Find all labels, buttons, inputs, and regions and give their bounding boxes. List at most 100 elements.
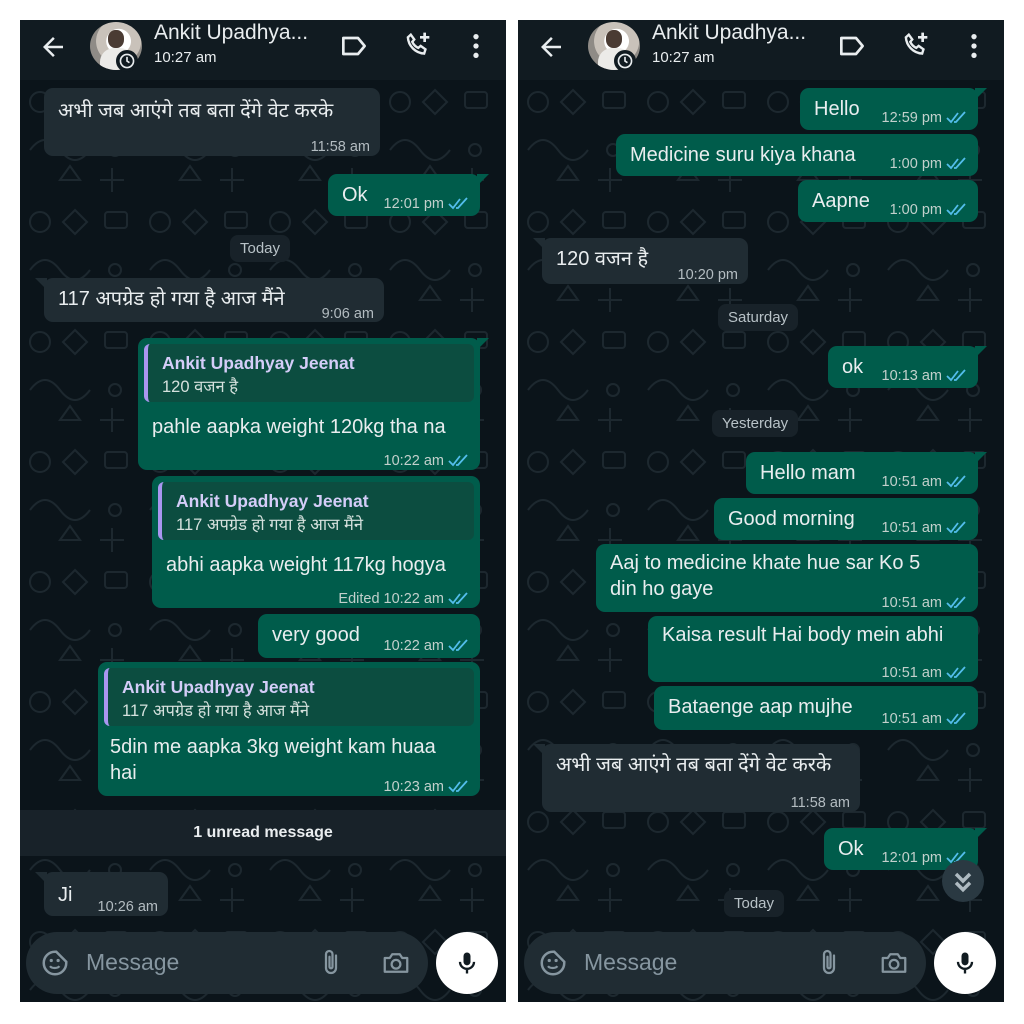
message-bubble-in[interactable]: 117 अपग्रेड हो गया है आज मैंने 9:06 am xyxy=(35,278,384,322)
quoted-text: 120 वजन है xyxy=(162,378,239,396)
double-check-icon xyxy=(946,157,966,170)
message-composer: Message xyxy=(26,932,428,994)
message-time: 11:58 am xyxy=(790,795,850,811)
message-time: Edited 10:22 am xyxy=(338,586,470,612)
message-time: 10:22 am xyxy=(384,448,470,474)
arrow-left-icon[interactable] xyxy=(38,32,68,62)
double-check-icon xyxy=(448,592,468,605)
camera-icon[interactable] xyxy=(380,948,412,978)
voice-record-button[interactable] xyxy=(436,932,498,994)
quoted-message[interactable]: Ankit Upadhyay Jeenat 120 वजन है xyxy=(144,344,474,402)
message-input[interactable]: Message xyxy=(584,949,677,976)
message-bubble-in[interactable]: अभी जब आएंगे तब बता देंगे वेट करके 11:58… xyxy=(44,88,380,156)
message-time: 10:22 am xyxy=(384,633,470,659)
message-bubble-out[interactable]: Aapne 1:00 pm xyxy=(798,180,978,222)
message-text: Aapne xyxy=(812,190,870,212)
message-time: 10:51 am xyxy=(882,590,968,616)
message-bubble-out[interactable]: Ok 12:01 pm xyxy=(328,174,489,216)
clock-icon xyxy=(614,50,636,72)
message-text: Ok xyxy=(342,184,368,206)
message-bubble-out[interactable]: Ankit Upadhyay Jeenat 120 वजन है pahle a… xyxy=(138,338,489,470)
message-bubble-out[interactable]: ok 10:13 am xyxy=(828,346,987,389)
message-text: Hello xyxy=(814,98,860,120)
message-text: Good morning xyxy=(728,508,855,530)
date-divider: Yesterday xyxy=(712,410,799,437)
double-check-icon xyxy=(946,712,966,725)
double-check-icon xyxy=(946,369,966,382)
add-call-icon[interactable] xyxy=(900,30,932,62)
double-check-icon xyxy=(448,454,468,467)
message-text: Kaisa result Hai body mein abhi xyxy=(662,624,944,646)
edited-label: Edited xyxy=(338,591,380,607)
message-bubble-out[interactable]: Hello mam 10:51 am xyxy=(746,452,987,495)
message-bubble-in[interactable]: 120 वजन है 10:20 pm xyxy=(533,238,748,284)
quoted-message[interactable]: Ankit Upadhyay Jeenat 117 अपग्रेड हो गया… xyxy=(158,482,474,540)
microphone-icon xyxy=(956,952,974,974)
unread-divider: 1 unread message xyxy=(20,810,506,856)
contact-name[interactable]: Ankit Upadhya... xyxy=(652,21,806,45)
message-bubble-out[interactable]: very good 10:22 am xyxy=(258,614,480,658)
date-divider: Saturday xyxy=(718,304,799,331)
quoted-text: 117 अपग्रेड हो गया है आज मैंने xyxy=(122,702,309,720)
quoted-sender: Ankit Upadhyay Jeenat xyxy=(122,677,315,697)
message-input[interactable]: Message xyxy=(86,949,179,976)
message-text: hai xyxy=(110,762,137,784)
message-text: Bataenge aap mujhe xyxy=(668,696,853,718)
message-time: 1:00 pm xyxy=(890,151,968,177)
message-bubble-in[interactable]: Ji 10:26 am xyxy=(35,872,168,916)
double-check-icon xyxy=(448,197,468,210)
voice-record-button[interactable] xyxy=(934,932,996,994)
message-time: 10:51 am xyxy=(882,660,968,686)
message-time: 10:51 am xyxy=(882,469,968,495)
more-vertical-icon[interactable] xyxy=(460,30,492,62)
double-check-icon xyxy=(946,475,966,488)
message-text: din ho gaye xyxy=(610,578,714,600)
message-time: 10:51 am xyxy=(882,706,968,732)
message-bubble-in[interactable]: अभी जब आएंगे तब बता देंगे वेट करके 11:58… xyxy=(533,744,860,812)
chat-header: Ankit Upadhya... 10:27 am xyxy=(20,20,506,80)
label-tag-icon[interactable] xyxy=(338,30,370,62)
message-bubble-out[interactable]: Aaj to medicine khate hue sar Ko 5 din h… xyxy=(596,544,978,612)
quoted-text: 117 अपग्रेड हो गया है आज मैंने xyxy=(176,516,363,534)
message-bubble-out[interactable]: Bataenge aap mujhe 10:51 am xyxy=(654,686,978,730)
double-chevron-down-icon xyxy=(954,872,972,893)
message-time: 10:13 am xyxy=(882,363,968,389)
label-tag-icon[interactable] xyxy=(836,30,868,62)
message-time: 12:59 pm xyxy=(882,105,968,131)
message-time: 10:23 am xyxy=(384,774,470,800)
contact-name[interactable]: Ankit Upadhya... xyxy=(154,21,308,45)
chat-header: Ankit Upadhya... 10:27 am xyxy=(518,20,1004,80)
scroll-to-bottom-button[interactable] xyxy=(942,860,984,902)
microphone-icon xyxy=(458,952,476,974)
message-text: Medicine suru kiya khana xyxy=(630,144,856,166)
message-text: ok xyxy=(842,356,864,378)
sticker-icon[interactable] xyxy=(538,948,568,978)
message-time: 9:06 am xyxy=(321,306,374,322)
camera-icon[interactable] xyxy=(878,948,910,978)
message-text: abhi aapka weight 117kg hogya xyxy=(166,554,446,576)
message-bubble-out[interactable]: Ankit Upadhyay Jeenat 117 अपग्रेड हो गया… xyxy=(152,476,480,608)
message-bubble-out[interactable]: Hello 12:59 pm xyxy=(800,88,987,131)
message-text: Hello mam xyxy=(760,462,856,484)
message-text: very good xyxy=(272,624,360,646)
message-time: 1:00 pm xyxy=(890,197,968,223)
contact-status: 10:27 am xyxy=(652,49,715,66)
message-bubble-out[interactable]: Ankit Upadhyay Jeenat 117 अपग्रेड हो गया… xyxy=(98,662,480,796)
message-bubble-out[interactable]: Kaisa result Hai body mein abhi 10:51 am xyxy=(648,616,978,682)
double-check-icon xyxy=(448,639,468,652)
paperclip-icon[interactable] xyxy=(316,947,346,979)
more-vertical-icon[interactable] xyxy=(958,30,990,62)
clock-icon xyxy=(116,50,138,72)
message-text: 120 वजन है xyxy=(556,248,649,270)
sticker-icon[interactable] xyxy=(40,948,70,978)
date-divider: Today xyxy=(724,890,785,917)
arrow-left-icon[interactable] xyxy=(536,32,566,62)
message-bubble-out[interactable]: Medicine suru kiya khana 1:00 pm xyxy=(616,134,978,176)
paperclip-icon[interactable] xyxy=(814,947,844,979)
quoted-message[interactable]: Ankit Upadhyay Jeenat 117 अपग्रेड हो गया… xyxy=(104,668,474,726)
double-check-icon xyxy=(946,596,966,609)
chat-screen-right: Ankit Upadhya... 10:27 am Hello 12:59 pm… xyxy=(518,20,1004,1002)
message-bubble-out[interactable]: Good morning 10:51 am xyxy=(714,498,978,540)
message-time: 10:51 am xyxy=(882,515,968,541)
add-call-icon[interactable] xyxy=(402,30,434,62)
